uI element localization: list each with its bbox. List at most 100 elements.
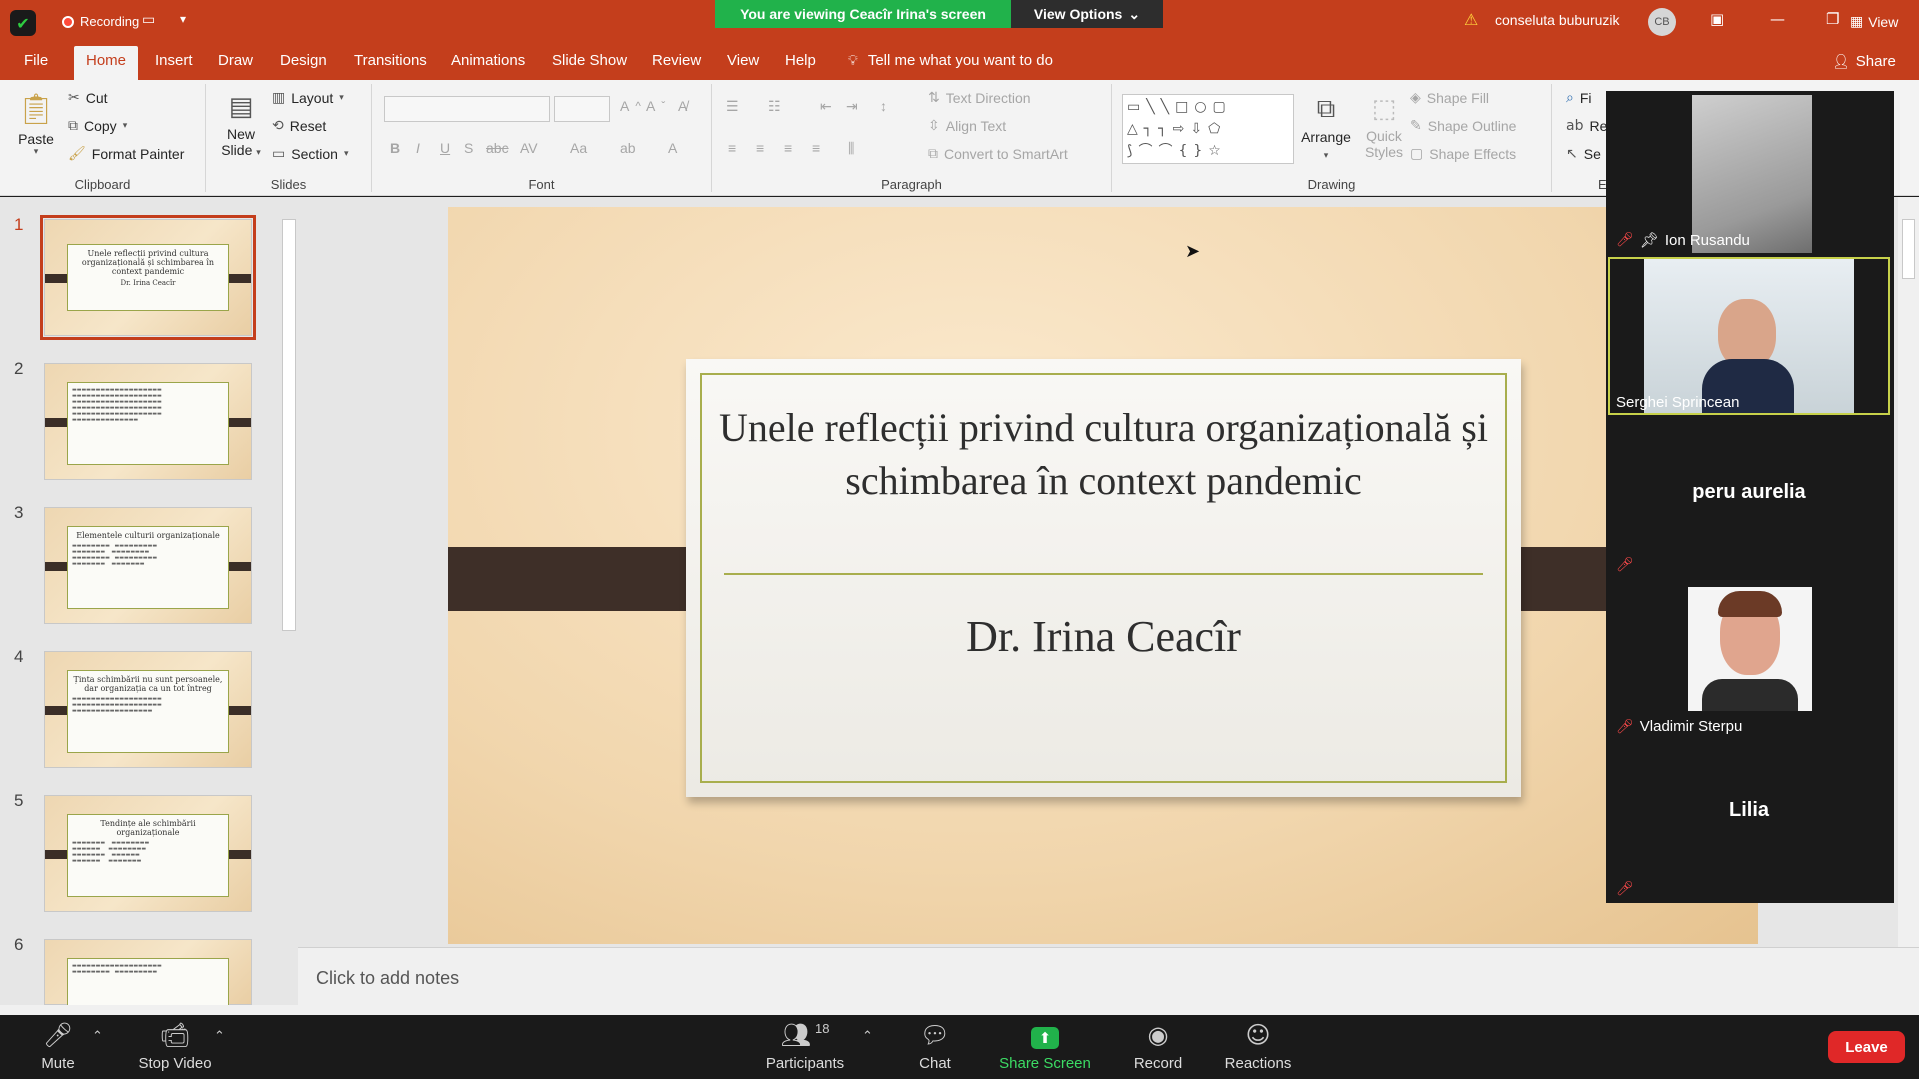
tab-help[interactable]: Help: [773, 46, 828, 80]
shadow-icon[interactable]: S: [464, 140, 473, 156]
participant-name-row: 🎤︎ Vladimir Sterpu: [1616, 718, 1742, 735]
leave-button[interactable]: Leave: [1828, 1031, 1905, 1063]
align-text-button[interactable]: ⇳ Align Text: [928, 118, 1006, 134]
minimize-icon[interactable]: —: [1770, 10, 1785, 28]
tab-transitions[interactable]: Transitions: [342, 46, 439, 80]
tell-me-search[interactable]: 💡︎ Tell me what you want to do: [848, 46, 1053, 76]
clear-formatting-icon[interactable]: A̸: [678, 98, 687, 114]
tab-draw[interactable]: Draw: [206, 46, 265, 80]
editor-scrollbar[interactable]: [1898, 197, 1919, 947]
find-button[interactable]: ⌕ Fi: [1566, 90, 1592, 106]
participant-tile[interactable]: peru aurelia 🎤︎: [1608, 419, 1890, 577]
font-size-select[interactable]: [554, 96, 610, 122]
mute-button[interactable]: 🎤︎ Mute: [34, 1021, 82, 1072]
align-left-icon[interactable]: ≡: [728, 140, 736, 156]
slide-thumbnail-3[interactable]: Elementele culturii organizaționale ▬▬▬▬▬…: [44, 507, 252, 624]
reactions-button[interactable]: ☺ Reactions: [1222, 1021, 1294, 1072]
copy-icon: ⧉: [68, 118, 78, 134]
view-options-label: View Options: [1033, 6, 1123, 22]
slide-thumbnail-2[interactable]: ▬▬▬▬▬▬▬▬▬▬▬▬▬▬▬▬▬▬▬ ▬▬▬▬▬▬▬▬▬▬▬▬▬▬▬▬▬▬▬ ▬▬…: [44, 363, 252, 480]
chat-button[interactable]: 💬︎ Chat: [910, 1021, 960, 1072]
restore-icon[interactable]: ❐: [1826, 10, 1839, 28]
reset-button[interactable]: ⟲ Reset: [272, 118, 326, 134]
present-icon[interactable]: ▭: [142, 12, 155, 28]
view-button[interactable]: ▦ View: [1850, 14, 1898, 30]
audio-options-caret-icon[interactable]: ⌃: [92, 1029, 103, 1044]
underline-icon[interactable]: U: [440, 140, 450, 156]
slide-thumbnail-1[interactable]: Unele reflecții privind cultura organiza…: [40, 215, 256, 340]
char-spacing-icon[interactable]: AV: [520, 140, 538, 156]
layout-button[interactable]: ▥ Layout ▾: [272, 90, 344, 106]
bullets-icon[interactable]: ☰: [726, 98, 739, 115]
convert-smartart-button[interactable]: ⧉ Convert to SmartArt: [928, 146, 1068, 162]
copy-button[interactable]: ⧉ Copy ▾: [68, 118, 127, 134]
current-slide[interactable]: Unele reflecții privind cultura organiza…: [448, 207, 1758, 944]
participants-button[interactable]: 👥︎ 18 Participants: [760, 1021, 850, 1072]
quick-access-dropdown-icon[interactable]: ▾: [180, 12, 186, 26]
thumbnails-scrollbar[interactable]: [280, 197, 298, 1005]
slide-title[interactable]: Unele reflecții privind cultura organiza…: [706, 401, 1501, 507]
slide-thumbnail-4[interactable]: Ținta schimbării nu sunt persoanele, dar…: [44, 651, 252, 768]
tab-view[interactable]: View: [715, 46, 771, 80]
slide-subtitle[interactable]: Dr. Irina Ceacîr: [706, 611, 1501, 662]
shape-outline-button[interactable]: ✎ Shape Outline: [1410, 118, 1516, 134]
grow-font-icon[interactable]: A ^: [620, 98, 641, 114]
slide-thumbnail-6[interactable]: ▬▬▬▬▬▬▬▬▬▬▬▬▬▬▬▬▬▬▬ ▬▬▬▬▬▬▬▬ ▬▬▬▬▬▬▬▬▬: [44, 939, 252, 1014]
numbering-icon[interactable]: ☷: [768, 98, 781, 115]
format-painter-button[interactable]: 🖌︎ Format Painter: [68, 146, 184, 162]
share-screen-button[interactable]: ⬆ Share Screen: [998, 1021, 1092, 1072]
highlight-icon[interactable]: ab: [620, 140, 636, 156]
bold-icon[interactable]: B: [390, 140, 400, 156]
video-options-caret-icon[interactable]: ⌃: [214, 1029, 225, 1044]
replace-button[interactable]: ab Re: [1566, 118, 1607, 134]
record-button[interactable]: ◉ Record: [1130, 1021, 1186, 1072]
stop-video-button[interactable]: 📹︎ Stop Video: [134, 1021, 216, 1072]
tab-animations[interactable]: Animations: [439, 46, 537, 80]
cut-label: Cut: [85, 90, 108, 106]
tab-design[interactable]: Design: [268, 46, 339, 80]
arrange-button[interactable]: ⧉ Arrange ▾: [1296, 94, 1356, 161]
participant-tile[interactable]: 🎤︎ 📌︎ Ion Rusandu: [1608, 95, 1890, 253]
participants-caret-icon[interactable]: ⌃: [862, 1029, 873, 1044]
shape-fill-button[interactable]: ◈ Shape Fill: [1410, 90, 1489, 106]
tab-slide-show[interactable]: Slide Show: [540, 46, 639, 80]
section-button[interactable]: ▭ Section ▾: [272, 146, 348, 162]
italic-icon[interactable]: I: [416, 140, 420, 156]
share-button[interactable]: 👤︎ Share: [1832, 46, 1896, 78]
quick-styles-button[interactable]: ⬚ Quick Styles: [1358, 94, 1410, 160]
increase-indent-icon[interactable]: ⇥: [846, 98, 858, 115]
font-color-icon[interactable]: A: [668, 140, 677, 156]
new-slide-button[interactable]: ▤ New Slide ▾: [216, 92, 266, 158]
paste-button[interactable]: 📋︎ Paste ▾: [14, 92, 58, 157]
shape-effects-button[interactable]: ▢ Shape Effects: [1410, 146, 1516, 162]
change-case-icon[interactable]: Aa: [570, 140, 587, 156]
justify-icon[interactable]: ≡: [812, 140, 820, 156]
decrease-indent-icon[interactable]: ⇤: [820, 98, 832, 115]
text-direction-button[interactable]: ⇅ Text Direction: [928, 90, 1031, 106]
account-name[interactable]: conseluta buburuzik: [1495, 12, 1620, 28]
shapes-gallery[interactable]: ▭╲╲□○▢ △┐┐⇨⇩⬠ ⟆⌒⌒{}☆: [1122, 94, 1294, 164]
font-family-select[interactable]: [384, 96, 550, 122]
line-spacing-icon[interactable]: ↕: [880, 98, 887, 114]
tab-insert[interactable]: Insert: [143, 46, 205, 80]
columns-icon[interactable]: ⫼: [848, 140, 854, 157]
ribbon-display-icon[interactable]: ▣: [1710, 10, 1724, 28]
slide-thumbnail-5[interactable]: Tendințe ale schimbării organizaționale ▬…: [44, 795, 252, 912]
cut-button[interactable]: ✂ Cut: [68, 90, 108, 106]
participant-tile[interactable]: 🎤︎ Vladimir Sterpu: [1608, 581, 1890, 739]
view-options-button[interactable]: View Options ⌄: [1011, 0, 1163, 28]
strikethrough-icon[interactable]: abc: [486, 140, 509, 156]
notes-pane[interactable]: Click to add notes: [298, 947, 1919, 1005]
tab-file[interactable]: File: [12, 46, 60, 80]
zoom-security-icon[interactable]: ✔: [10, 10, 36, 36]
participant-tile[interactable]: Lilia 🎤︎: [1608, 743, 1890, 901]
participant-tile-active-speaker[interactable]: Serghei Sprincean: [1608, 257, 1890, 415]
align-right-icon[interactable]: ≡: [784, 140, 792, 156]
select-button[interactable]: ↖ Se: [1566, 146, 1601, 162]
tab-review[interactable]: Review: [640, 46, 713, 80]
tab-home[interactable]: Home: [74, 46, 139, 80]
avatar[interactable]: CB: [1648, 8, 1676, 36]
shrink-font-icon[interactable]: Aˇ: [646, 98, 665, 114]
align-center-icon[interactable]: ≡: [756, 140, 764, 156]
recording-indicator[interactable]: Recording: [62, 14, 139, 29]
